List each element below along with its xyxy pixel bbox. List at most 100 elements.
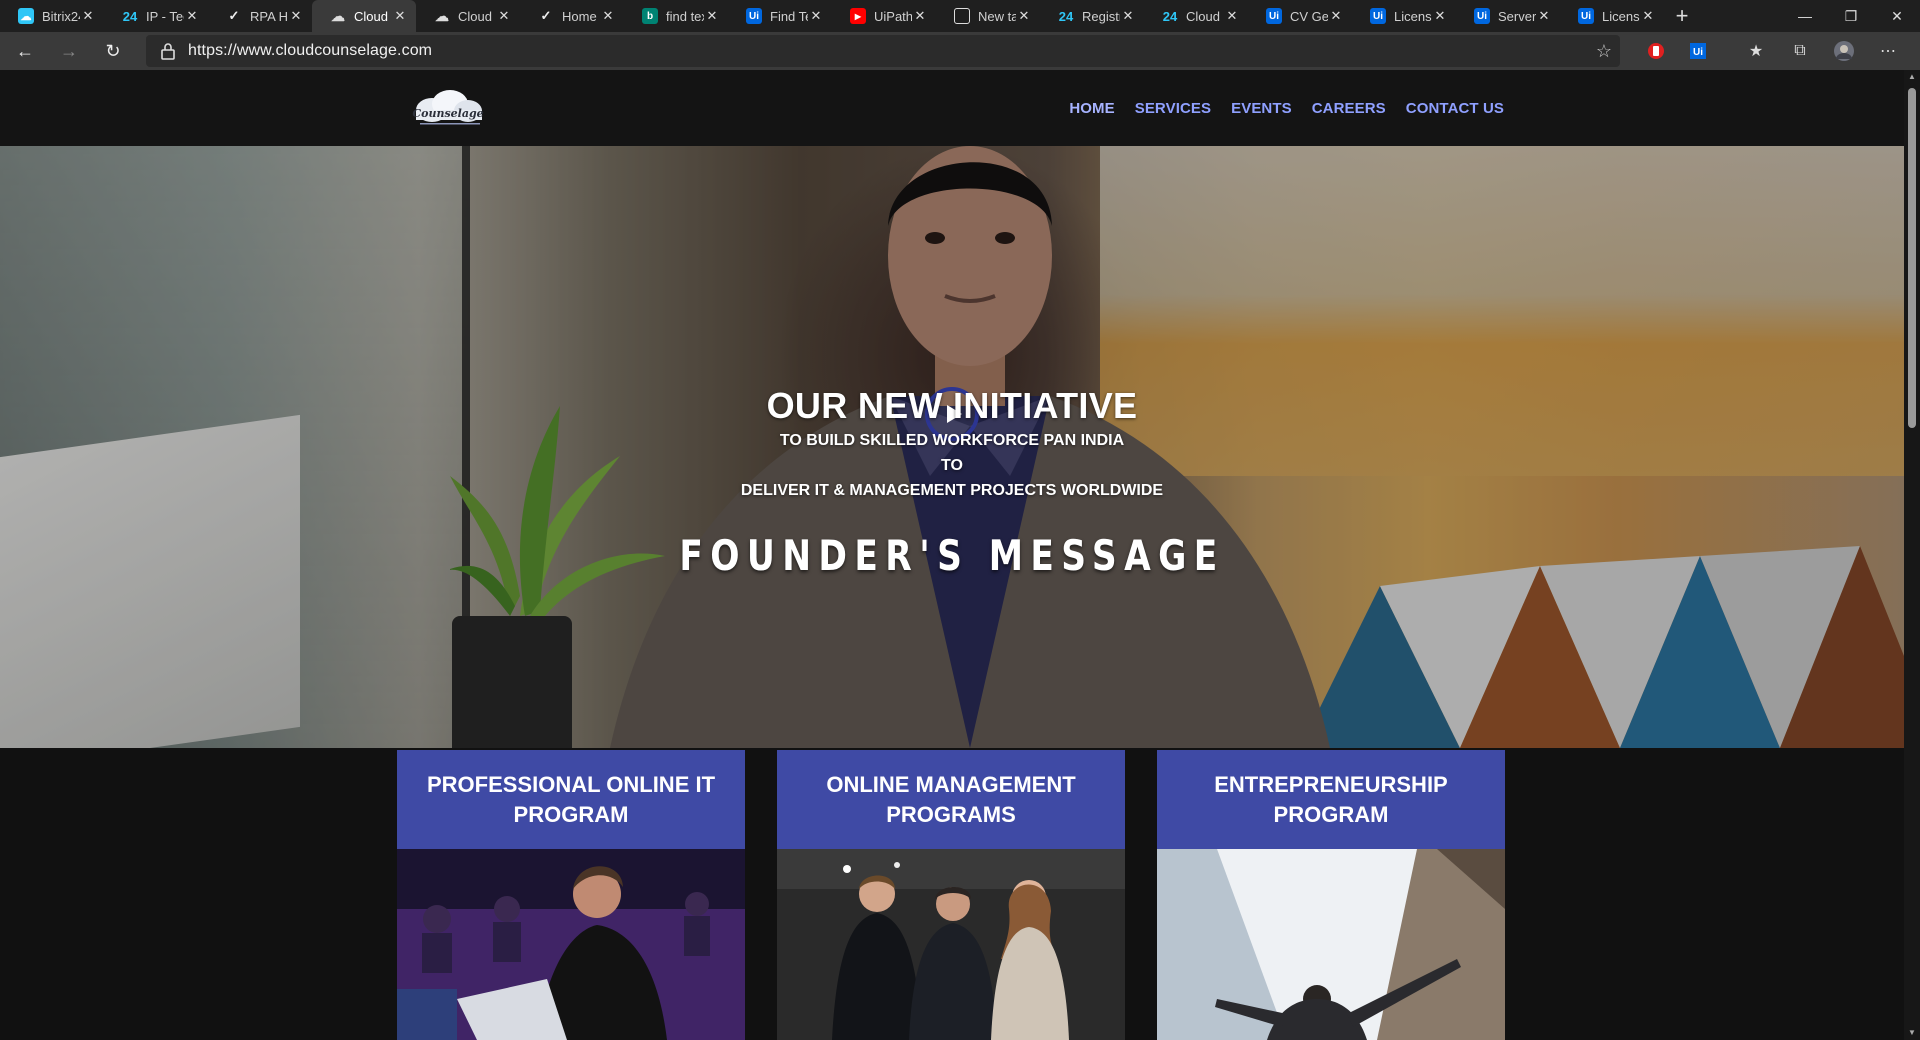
- cloud-icon: ☁: [331, 7, 345, 24]
- hero-title: OUR NEW INITIATIVE: [766, 385, 1138, 426]
- minimize-icon[interactable]: —: [1782, 0, 1828, 32]
- back-icon[interactable]: ←: [6, 35, 44, 67]
- browser-tab[interactable]: 24 Cloud C✕: [1144, 0, 1248, 32]
- tab-label[interactable]: Find Te: [770, 9, 808, 24]
- check-icon: ✓: [228, 8, 240, 23]
- tab-label[interactable]: CV Get: [1290, 9, 1328, 24]
- browser-tab[interactable]: Ui License✕: [1352, 0, 1456, 32]
- scroll-down-icon[interactable]: ▼: [1904, 1026, 1920, 1040]
- check-icon: ✓: [540, 8, 552, 23]
- restore-icon[interactable]: ❐: [1828, 0, 1874, 32]
- tab-close-icon[interactable]: ✕: [288, 8, 304, 24]
- tab-close-icon[interactable]: ✕: [600, 8, 616, 24]
- tab-close-icon[interactable]: ✕: [184, 8, 200, 24]
- tab-label[interactable]: IP - Tec: [146, 9, 184, 24]
- collections-icon[interactable]: ⧉: [1784, 32, 1816, 70]
- nav-events[interactable]: EVENTS: [1231, 100, 1292, 117]
- tab-close-icon[interactable]: ✕: [1016, 8, 1032, 24]
- bitrix24-icon: 24: [122, 8, 138, 24]
- scroll-up-icon[interactable]: ▲: [1904, 70, 1920, 84]
- hero-section[interactable]: OUR NEW INITIATIVE TO BUILD SKILLED WORK…: [0, 146, 1904, 748]
- counselage-logo[interactable]: Counselage: [406, 88, 490, 128]
- tab-label[interactable]: Home: [562, 9, 600, 24]
- address-bar[interactable]: https://www.cloudcounselage.com ☆: [146, 35, 1620, 67]
- program-card-entrepreneurship-image: [1157, 849, 1505, 1040]
- browser-tab[interactable]: Ui Find Te✕: [728, 0, 832, 32]
- browser-tab[interactable]: ☁ Cloud C✕: [312, 0, 416, 32]
- close-window-icon[interactable]: ✕: [1874, 0, 1920, 32]
- cloud-icon: ☁: [435, 7, 449, 24]
- tab-label[interactable]: UiPath: [874, 9, 912, 24]
- browser-toolbar: ← → ↻ https://www.cloudcounselage.com ☆ …: [0, 32, 1920, 70]
- browser-tab[interactable]: ▶ UiPath ✕: [832, 0, 936, 32]
- program-cards: PROFESSIONAL ONLINE IT PROGRAM ONLINE MA…: [397, 750, 1505, 1040]
- browser-tab[interactable]: ✓ Home ✕: [520, 0, 624, 32]
- tab-close-icon[interactable]: ✕: [808, 8, 824, 24]
- browser-tab[interactable]: 24 IP - Tec✕: [104, 0, 208, 32]
- uipath-icon: Ui: [1370, 8, 1386, 24]
- browser-tab[interactable]: Ui CV Get✕: [1248, 0, 1352, 32]
- tab-close-icon[interactable]: ✕: [1328, 8, 1344, 24]
- tab-close-icon[interactable]: ✕: [704, 8, 720, 24]
- tab-label[interactable]: find tex: [666, 9, 704, 24]
- browser-tab[interactable]: ☁ Bitrix24✕: [0, 0, 104, 32]
- extension-adblock-icon[interactable]: [1640, 32, 1672, 70]
- program-card-title[interactable]: PROFESSIONAL ONLINE IT PROGRAM: [397, 750, 745, 849]
- browser-tab[interactable]: ✓ RPA Ho✕: [208, 0, 312, 32]
- tab-close-icon[interactable]: ✕: [1432, 8, 1448, 24]
- nav-home[interactable]: HOME: [1069, 100, 1114, 117]
- favorite-star-icon[interactable]: ☆: [1596, 41, 1612, 62]
- web-page: Counselage HOME SERVICES EVENTS CAREERS CONT…: [0, 70, 1904, 1040]
- url-text[interactable]: https://www.cloudcounselage.com: [188, 42, 432, 60]
- program-card-entrepreneurship[interactable]: ENTREPRENEURSHIP PROGRAM: [1157, 750, 1505, 1040]
- tab-close-icon[interactable]: ✕: [912, 8, 928, 24]
- profile-avatar[interactable]: [1828, 32, 1860, 70]
- tab-label[interactable]: License: [1394, 9, 1432, 24]
- more-menu-icon[interactable]: ⋯: [1872, 32, 1904, 70]
- tab-label[interactable]: License: [1602, 9, 1640, 24]
- nav-contact-us[interactable]: CONTACT US: [1406, 100, 1504, 117]
- tab-label[interactable]: Bitrix24: [42, 9, 80, 24]
- tab-close-icon[interactable]: ✕: [1640, 8, 1656, 24]
- program-card-title[interactable]: ENTREPRENEURSHIP PROGRAM: [1157, 750, 1505, 849]
- browser-tab[interactable]: b find tex ✕: [624, 0, 728, 32]
- founders-message-link[interactable]: FOUNDER'S MESSAGE: [171, 531, 1732, 580]
- bitrix24-icon: 24: [1162, 8, 1178, 24]
- program-card-it[interactable]: PROFESSIONAL ONLINE IT PROGRAM: [397, 750, 745, 1040]
- reload-icon[interactable]: ↻: [94, 35, 132, 67]
- tab-close-icon[interactable]: ✕: [1536, 8, 1552, 24]
- program-card-management-image: [777, 849, 1125, 1040]
- browser-tab[interactable]: 24 Registr ✕: [1040, 0, 1144, 32]
- browser-tab[interactable]: Ui License✕: [1560, 0, 1664, 32]
- tab-label[interactable]: Cloud C: [1186, 9, 1224, 24]
- scrollbar-thumb[interactable]: [1908, 88, 1916, 428]
- tab-label[interactable]: Cloud C: [354, 9, 392, 24]
- forward-icon[interactable]: →: [50, 35, 88, 67]
- tab-label[interactable]: Cloud C: [458, 9, 496, 24]
- program-card-management[interactable]: ONLINE MANAGEMENT PROGRAMS: [777, 750, 1125, 1040]
- browser-tab[interactable]: ☁ Cloud C✕: [416, 0, 520, 32]
- uipath-icon: Ui: [1474, 8, 1490, 24]
- tab-close-icon[interactable]: ✕: [1120, 8, 1136, 24]
- tab-close-icon[interactable]: ✕: [1224, 8, 1240, 24]
- tab-label[interactable]: RPA Ho: [250, 9, 288, 24]
- nav-services[interactable]: SERVICES: [1135, 100, 1211, 117]
- browser-tab[interactable]: New tal✕: [936, 0, 1040, 32]
- page-scrollbar[interactable]: ▲ ▼: [1904, 70, 1920, 1040]
- nav-careers[interactable]: CAREERS: [1312, 100, 1386, 117]
- tab-close-icon[interactable]: ✕: [496, 8, 512, 24]
- program-card-title[interactable]: ONLINE MANAGEMENT PROGRAMS: [777, 750, 1125, 849]
- new-tab-button[interactable]: +: [1664, 0, 1700, 32]
- hero-text: OUR NEW INITIATIVE TO BUILD SKILLED WORK…: [0, 384, 1904, 580]
- tab-label[interactable]: Server: [1498, 9, 1536, 24]
- extension-uipath-icon[interactable]: Ui: [1682, 32, 1714, 70]
- tab-label[interactable]: New tal: [978, 9, 1016, 24]
- tab-close-icon[interactable]: ✕: [392, 8, 408, 24]
- lock-icon[interactable]: [160, 42, 176, 60]
- tab-close-icon[interactable]: ✕: [80, 8, 96, 24]
- browser-tab[interactable]: Ui Server ✕: [1456, 0, 1560, 32]
- youtube-icon: ▶: [850, 8, 866, 24]
- tab-label[interactable]: Registr: [1082, 9, 1120, 24]
- main-nav: HOME SERVICES EVENTS CAREERS CONTACT US: [1069, 70, 1504, 146]
- favorites-icon[interactable]: ★: [1740, 32, 1772, 70]
